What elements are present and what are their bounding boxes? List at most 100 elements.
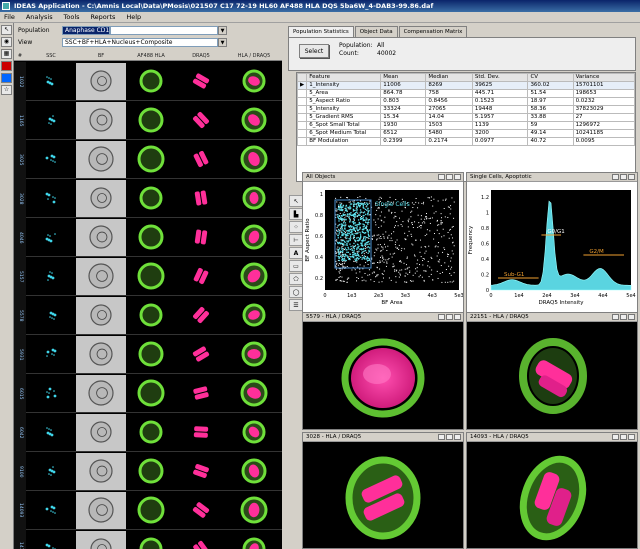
cell-image-panel-2[interactable]: 22151 - HLA / DRAQ5 bbox=[466, 312, 638, 430]
variance-header[interactable]: Variance bbox=[572, 73, 635, 82]
hla-image[interactable] bbox=[126, 414, 176, 451]
view-icon[interactable]: ◉ bbox=[1, 37, 12, 47]
composite-image[interactable] bbox=[226, 453, 282, 490]
line-gate-icon[interactable]: ⊢ bbox=[289, 234, 303, 246]
hla-image[interactable] bbox=[126, 297, 176, 334]
row-selector[interactable] bbox=[297, 129, 308, 138]
composite-image[interactable] bbox=[226, 141, 282, 178]
draq5-image[interactable] bbox=[176, 297, 226, 334]
composite-image[interactable] bbox=[226, 414, 282, 451]
row-selector[interactable] bbox=[297, 105, 308, 114]
stats-icon[interactable] bbox=[446, 174, 453, 180]
row-selector[interactable] bbox=[297, 137, 308, 146]
gallery-row[interactable]: 14157 bbox=[14, 530, 282, 549]
composite-image[interactable] bbox=[226, 63, 282, 100]
bf-image[interactable] bbox=[76, 102, 126, 139]
menu-analysis[interactable]: Analysis bbox=[26, 13, 53, 21]
histogram-tool-icon[interactable]: ▙ bbox=[289, 208, 303, 220]
feature-row[interactable]: 5_Intensity 33324 27065 19448 58.36 37823029 bbox=[297, 105, 635, 114]
gallery-row[interactable]: 5931 bbox=[14, 335, 282, 374]
stddev-header[interactable]: Std. Dev. bbox=[471, 73, 529, 82]
population-dropdown-icon[interactable]: ▼ bbox=[218, 26, 227, 35]
ssc-image[interactable] bbox=[26, 219, 76, 256]
close-icon[interactable] bbox=[454, 314, 461, 320]
histogram-plot[interactable]: G0/G1 G2/M Sub-G1 0 1e4 2e4 3e4 4e4 5e4 0 0.2 0.4 0.… bbox=[467, 182, 637, 319]
composite-image[interactable] bbox=[226, 375, 282, 412]
gallery-row[interactable]: 5578 bbox=[14, 296, 282, 335]
hla-image[interactable] bbox=[126, 63, 176, 100]
ssc-image[interactable] bbox=[26, 258, 76, 295]
row-selector-icon[interactable]: ▶ bbox=[297, 81, 308, 90]
close-icon[interactable] bbox=[454, 434, 461, 440]
composite-image[interactable] bbox=[226, 258, 282, 295]
gallery-row[interactable]: 3025 bbox=[14, 140, 282, 179]
hla-image[interactable] bbox=[126, 453, 176, 490]
star-icon[interactable]: ☆ bbox=[1, 85, 12, 95]
close-icon[interactable] bbox=[454, 174, 461, 180]
feature-row[interactable]: ▶ 1_Intensity 11006 8269 39625 360.02 15701101 bbox=[297, 81, 635, 90]
row-selector[interactable] bbox=[297, 97, 308, 106]
ssc-image[interactable] bbox=[26, 375, 76, 412]
draq5-image[interactable] bbox=[176, 492, 226, 529]
bf-image[interactable] bbox=[76, 258, 126, 295]
select-button[interactable]: Select bbox=[299, 44, 329, 58]
composite-image[interactable] bbox=[226, 180, 282, 217]
gallery-row[interactable]: 14093 bbox=[14, 491, 282, 530]
view-dropdown-icon[interactable]: ▼ bbox=[218, 38, 227, 47]
composite-image[interactable] bbox=[226, 492, 282, 529]
draq5-image[interactable] bbox=[176, 375, 226, 412]
gallery-row[interactable]: 1165 bbox=[14, 101, 282, 140]
tab-compensation-matrix[interactable]: Compensation Matrix bbox=[398, 26, 468, 37]
bf-image[interactable] bbox=[76, 297, 126, 334]
ssc-image[interactable] bbox=[26, 297, 76, 334]
cell-image-panel-1[interactable]: 5579 - HLA / DRAQ5 bbox=[302, 312, 464, 430]
feature-row[interactable]: BF Modulation 0.2399 0.2174 0.0977 40.72 0.00… bbox=[297, 137, 635, 146]
text-tool-icon[interactable]: A bbox=[289, 247, 303, 259]
channel-icon[interactable]: ▦ bbox=[1, 49, 12, 59]
cell-image-panel-4[interactable]: 14093 - HLA / DRAQ5 bbox=[466, 432, 638, 549]
view-select[interactable]: SSC+BF+HLA+Nucleus+Composite bbox=[62, 38, 218, 47]
close-icon[interactable] bbox=[628, 174, 635, 180]
row-selector[interactable] bbox=[297, 121, 308, 130]
ssc-image[interactable] bbox=[26, 453, 76, 490]
draq5-image[interactable] bbox=[176, 336, 226, 373]
draq5-image[interactable] bbox=[176, 63, 226, 100]
draq5-image[interactable] bbox=[176, 414, 226, 451]
composite-image[interactable] bbox=[226, 219, 282, 256]
hla-image[interactable] bbox=[126, 102, 176, 139]
feature-row[interactable]: 6_Spot Small Total 1930 1503 1139 59 1296972 bbox=[297, 121, 635, 130]
gallery-row[interactable]: 1022 bbox=[14, 62, 282, 101]
ssc-image[interactable] bbox=[26, 63, 76, 100]
close-icon[interactable] bbox=[628, 314, 635, 320]
hla-image[interactable] bbox=[126, 258, 176, 295]
bf-image[interactable] bbox=[76, 141, 126, 178]
menu-help[interactable]: Help bbox=[126, 13, 141, 21]
ssc-image[interactable] bbox=[26, 336, 76, 373]
zoom-icon[interactable] bbox=[612, 174, 619, 180]
polygon-gate-icon[interactable]: ⬠ bbox=[289, 273, 303, 285]
hla-image[interactable] bbox=[126, 180, 176, 217]
row-selector[interactable] bbox=[297, 113, 308, 122]
menu-tools[interactable]: Tools bbox=[64, 13, 80, 21]
feature-row[interactable]: 5_Area 864.78 758 445.71 51.54 198653 bbox=[297, 89, 635, 98]
stats-icon[interactable] bbox=[446, 434, 453, 440]
pointer-icon[interactable]: ↖ bbox=[289, 195, 303, 207]
stats-icon[interactable] bbox=[620, 434, 627, 440]
zoom-icon[interactable] bbox=[612, 434, 619, 440]
bf-image[interactable] bbox=[76, 531, 126, 549]
bf-image[interactable] bbox=[76, 63, 126, 100]
image-gallery[interactable]: # SSC BF AF488 HLA DRAQ5 HLA / DRAQ5 102… bbox=[14, 52, 282, 549]
scatter-tool-icon[interactable]: ⁘ bbox=[289, 221, 303, 233]
feature-header[interactable]: Feature bbox=[306, 73, 382, 82]
feature-statistics-table[interactable]: Feature Mean Median Std. Dev. CV Varianc… bbox=[296, 72, 636, 182]
hla-image[interactable] bbox=[126, 219, 176, 256]
zoom-icon[interactable] bbox=[612, 314, 619, 320]
hla-image[interactable] bbox=[126, 141, 176, 178]
composite-image[interactable] bbox=[226, 531, 282, 549]
gallery-row[interactable]: 9100 bbox=[14, 452, 282, 491]
ssc-image[interactable] bbox=[26, 102, 76, 139]
cell-image-panel-3[interactable]: 3028 - HLA / DRAQ5 bbox=[302, 432, 464, 549]
zoom-icon[interactable] bbox=[438, 314, 445, 320]
population-select[interactable]: Anaphase CD1 bbox=[62, 26, 111, 35]
hla-image[interactable] bbox=[126, 375, 176, 412]
